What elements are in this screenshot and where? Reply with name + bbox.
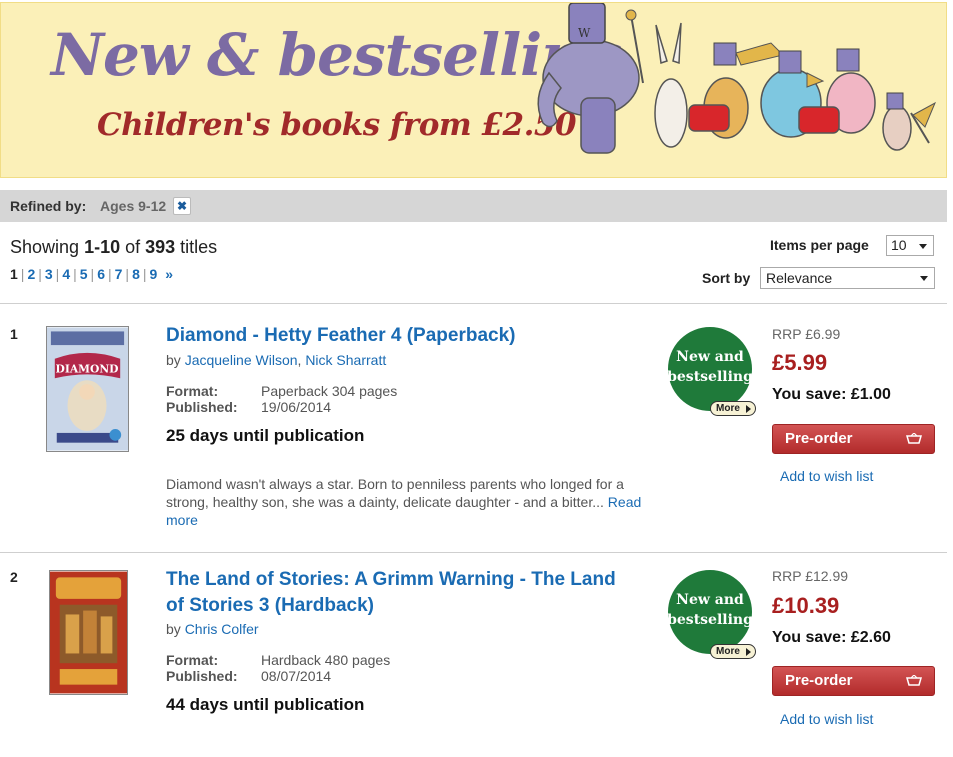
add-to-wish-list-link[interactable]: Add to wish list (780, 468, 873, 484)
marching-band-illustration: W (537, 3, 937, 154)
book-description: Diamond wasn't always a star. Born to pe… (166, 476, 642, 528)
item-number: 1 (10, 326, 18, 342)
chevron-down-icon (920, 276, 928, 281)
book-format: Format: Hardback 480 pages (166, 652, 391, 668)
sale-price: £5.99 (772, 350, 828, 375)
book-authors: by Chris Colfer (166, 621, 259, 637)
pre-order-button[interactable]: Pre-order (772, 666, 935, 696)
book-published: Published: 19/06/2014 (166, 399, 332, 415)
rrp-price: RRP £6.99 (772, 326, 841, 342)
page-6[interactable]: 6 (97, 266, 105, 282)
svg-text:W: W (578, 26, 591, 40)
book-format: Format: Paperback 304 pages (166, 383, 398, 399)
page-3[interactable]: 3 (45, 266, 53, 282)
badge-more-button[interactable]: More (710, 644, 756, 659)
promo-banner[interactable]: New & bestselling Children's books from … (0, 2, 947, 178)
add-to-wish-list-link[interactable]: Add to wish list (780, 711, 873, 727)
book-published: Published: 08/07/2014 (166, 668, 332, 684)
chevron-down-icon (919, 244, 927, 249)
book-title-link[interactable]: Diamond - Hetty Feather 4 (Paperback) (166, 323, 515, 349)
page-5[interactable]: 5 (80, 266, 88, 282)
page-4[interactable]: 4 (62, 266, 70, 282)
book-title-link[interactable]: The Land of Stories: A Grimm Warning - T… (166, 567, 616, 619)
page-7[interactable]: 7 (115, 266, 123, 282)
rrp-price: RRP £12.99 (772, 568, 849, 584)
sort-label: Sort by (702, 270, 751, 286)
savings-amount: You save: £1.00 (772, 386, 891, 403)
book-cover-image[interactable]: DIAMOND (46, 326, 129, 452)
badge-more-button[interactable]: More (710, 401, 756, 416)
page-8[interactable]: 8 (132, 266, 140, 282)
page-9[interactable]: 9 (150, 266, 158, 282)
items-per-page-label: Items per page (770, 237, 869, 253)
divider (0, 303, 947, 304)
refine-filter-value: Ages 9-12 (100, 198, 167, 214)
author-link[interactable]: Jacqueline Wilson (185, 352, 298, 368)
svg-text:DIAMOND: DIAMOND (56, 362, 119, 375)
results-count: Showing 1-10 of 393 titles (10, 237, 218, 257)
sort-select[interactable]: Relevance (760, 267, 935, 289)
close-icon[interactable]: ✖ (173, 197, 191, 215)
basket-icon (906, 433, 922, 444)
new-bestselling-badge[interactable]: New and bestselling More (666, 325, 756, 416)
days-until-publication: 44 days until publication (166, 695, 365, 714)
refine-bar: Refined by: Ages 9-12 (0, 190, 947, 222)
days-until-publication: 25 days until publication (166, 426, 365, 445)
sale-price: £10.39 (772, 593, 840, 618)
book-cover-image[interactable] (49, 570, 128, 695)
savings-amount: You save: £2.60 (772, 629, 891, 646)
pre-order-button[interactable]: Pre-order (772, 424, 935, 454)
author-link[interactable]: Chris Colfer (185, 621, 259, 637)
book-authors: by Jacqueline Wilson, Nick Sharratt (166, 352, 387, 368)
pagination: 1 | 2 | 3 | 4 | 5 | 6 | 7 | 8 | 9» (10, 266, 174, 282)
items-per-page-select[interactable]: 10 (886, 235, 934, 256)
next-page-link[interactable]: » (165, 266, 173, 282)
author-link[interactable]: Nick Sharratt (305, 352, 386, 368)
basket-icon (906, 675, 922, 686)
page-1[interactable]: 1 (10, 266, 18, 282)
item-number: 2 (10, 569, 18, 585)
page-2[interactable]: 2 (27, 266, 35, 282)
new-bestselling-badge[interactable]: New and bestselling More (666, 568, 756, 659)
divider (0, 552, 947, 553)
refine-label: Refined by: (10, 198, 87, 214)
banner-subtitle: Children's books from £2.50 (97, 107, 577, 143)
